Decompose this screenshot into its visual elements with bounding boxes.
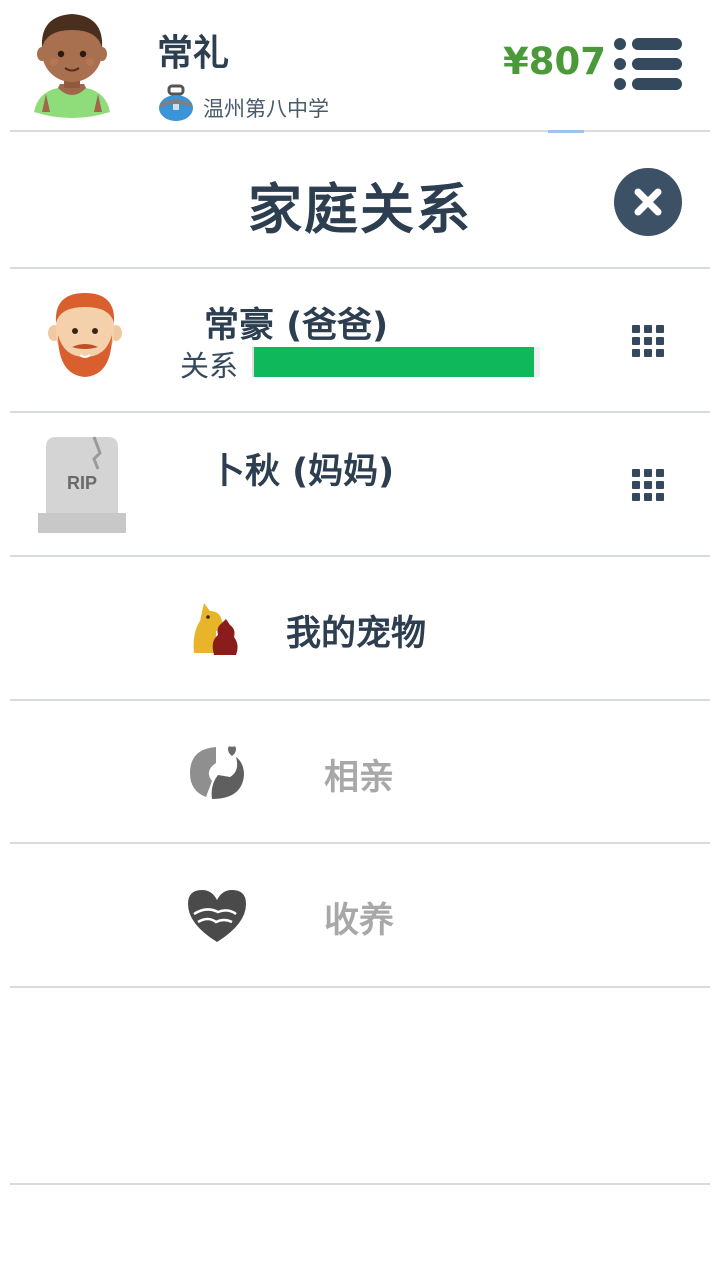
- family-row-father[interactable]: 常豪 (爸爸) 关系: [0, 269, 720, 411]
- header-tab-indicator: [548, 130, 584, 133]
- header-divider: [10, 130, 710, 132]
- page-title: 家庭关系: [248, 178, 472, 241]
- menu-item-pets[interactable]: 我的宠物: [0, 557, 720, 699]
- family-member-name: 常豪 (爸爸): [204, 306, 389, 346]
- dating-icon: [190, 746, 244, 799]
- close-icon: [634, 188, 662, 216]
- bottom-divider: [10, 1183, 710, 1185]
- adoption-heart-icon: [188, 890, 246, 942]
- relation-progress-bar: [252, 347, 540, 377]
- profile-header: 常礼 温州第八中学 ¥807: [0, 0, 720, 130]
- grid-menu-icon[interactable]: [630, 467, 666, 503]
- grid-menu-icon[interactable]: [630, 323, 666, 359]
- relation-progress-fill: [254, 347, 535, 377]
- menu-item-dating[interactable]: 相亲: [0, 701, 720, 843]
- close-button[interactable]: [614, 168, 682, 236]
- relation-label: 关系: [180, 349, 239, 383]
- money-balance: ¥807: [503, 40, 606, 83]
- menu-list-icon[interactable]: [612, 36, 684, 92]
- family-row-mother[interactable]: RIP 卜秋 (妈妈): [0, 413, 720, 555]
- family-member-name: 卜秋 (妈妈): [210, 452, 395, 492]
- school-bag-icon: [159, 84, 193, 121]
- pets-icon: [193, 603, 238, 655]
- bearded-man-icon: [48, 293, 122, 377]
- tombstone-text: RIP: [67, 473, 97, 493]
- school-name: 温州第八中学: [203, 97, 329, 121]
- boy-avatar-icon[interactable]: [28, 8, 116, 120]
- menu-item-label: 相亲: [324, 758, 395, 798]
- rip-tombstone-icon: RIP: [38, 436, 126, 533]
- menu-item-label: 收养: [324, 901, 395, 941]
- menu-item-label: 我的宠物: [286, 614, 427, 654]
- menu-item-adoption[interactable]: 收养: [0, 844, 720, 986]
- user-name: 常礼: [157, 33, 230, 74]
- row-divider: [10, 986, 710, 988]
